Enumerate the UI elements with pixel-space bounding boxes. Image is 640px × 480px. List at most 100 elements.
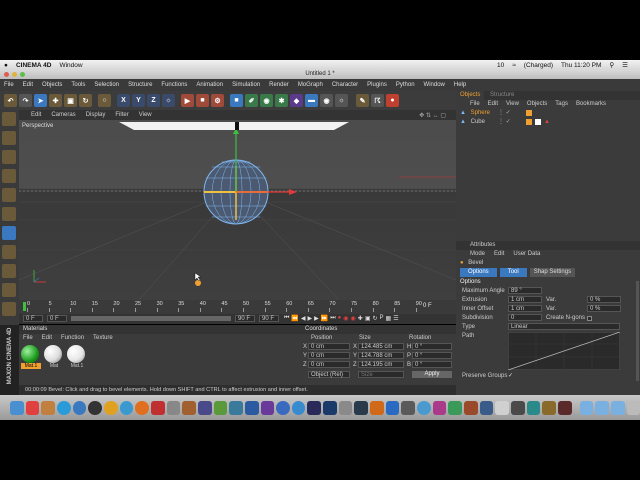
chrome-icon[interactable] <box>103 400 118 415</box>
viewport-menu-cameras[interactable]: Cameras <box>51 112 75 118</box>
folder-icon[interactable] <box>610 400 625 415</box>
object-row-cube[interactable]: ▲ Cube ⋮ ✓ ▲ <box>456 118 640 127</box>
safari-icon[interactable] <box>119 400 134 415</box>
position-key-button[interactable]: ✚ <box>358 315 363 322</box>
close-window-button[interactable] <box>4 72 9 77</box>
battery-status[interactable]: (Charged) <box>524 62 553 69</box>
apple-menu-icon[interactable]: ● <box>4 62 8 69</box>
menu-objects[interactable]: Objects <box>42 82 62 88</box>
timeline-ruler[interactable]: 0 5 10 15 20 25 30 35 40 45 50 55 60 65 70 75 80 85 90 0 F <box>19 300 456 314</box>
app-icon[interactable] <box>417 400 431 415</box>
select-icon[interactable]: ➤ <box>34 94 47 107</box>
objects-menu-tags[interactable]: Tags <box>555 100 568 109</box>
create-ngons-checkbox[interactable] <box>587 316 592 321</box>
app-icon[interactable] <box>229 400 243 415</box>
tool-icon[interactable] <box>166 400 181 415</box>
materials-menu-function[interactable]: Function <box>61 334 84 343</box>
minecraft-icon[interactable] <box>213 400 228 415</box>
spotlight-icon[interactable]: ⚲ <box>609 61 614 69</box>
folder-icon[interactable] <box>595 400 609 415</box>
light-icon[interactable]: ☼ <box>335 94 348 107</box>
viewport-menu-filter[interactable]: Filter <box>115 112 128 118</box>
next-key-button[interactable]: ⏩ <box>321 315 328 322</box>
phong-tag-icon[interactable] <box>526 119 532 125</box>
deformer-icon[interactable]: ◆ <box>290 94 303 107</box>
render-settings-icon[interactable]: ⚙ <box>211 94 224 107</box>
folder-icon[interactable] <box>579 400 594 415</box>
extrusion-var-field[interactable]: 0 % <box>587 296 621 303</box>
subdivision-field[interactable]: 0 <box>508 314 542 321</box>
coordinate-mode-select[interactable]: Object (Rel) <box>308 371 350 378</box>
keyframe-selection-button[interactable]: ◉ <box>351 315 356 322</box>
tab-shap-settings[interactable]: Shap Settings <box>529 268 576 277</box>
position-x-field[interactable]: 0 cm <box>308 343 350 350</box>
live-selection-icon[interactable]: ○ <box>98 94 111 107</box>
pla-key-button[interactable]: ▦ <box>386 315 392 322</box>
material-tag-icon[interactable] <box>535 119 541 125</box>
app-icon[interactable] <box>338 400 353 415</box>
menu-python[interactable]: Python <box>396 82 415 88</box>
itunes-icon[interactable] <box>72 400 87 415</box>
material-swatch[interactable]: Mat.1 <box>67 345 87 369</box>
subdivision-icon[interactable]: ◉ <box>260 94 273 107</box>
viewport-menu-view[interactable]: View <box>139 112 152 118</box>
materials-menu-edit[interactable]: Edit <box>42 334 52 343</box>
cube-icon[interactable]: ■ <box>230 94 243 107</box>
array-icon[interactable]: ✱ <box>275 94 288 107</box>
app-icon[interactable] <box>542 400 556 415</box>
go-to-end-button[interactable]: ⏭ <box>330 315 335 322</box>
material-swatch[interactable]: Mat <box>44 345 64 369</box>
rotate-icon[interactable]: ↻ <box>79 94 92 107</box>
lightroom-icon[interactable] <box>354 400 369 415</box>
app-icon[interactable] <box>448 400 463 415</box>
soft-selection-icon[interactable] <box>2 283 16 297</box>
app-icon[interactable] <box>432 400 447 415</box>
snap-icon[interactable]: ☈ <box>371 94 384 107</box>
move-icon[interactable]: ✚ <box>49 94 62 107</box>
size-x-field[interactable]: 124.485 cm <box>358 343 404 350</box>
object-row-sphere[interactable]: ▲ Sphere ⋮ ✓ <box>456 109 640 118</box>
menu-help[interactable]: Help <box>454 82 466 88</box>
objects-menu-objects[interactable]: Objects <box>527 100 547 109</box>
menu-window[interactable]: Window <box>424 82 445 88</box>
photoshop-icon[interactable] <box>323 400 337 415</box>
undo-icon[interactable]: ↶ <box>4 94 17 107</box>
inner-offset-field[interactable]: 1 cm <box>508 305 542 312</box>
app-icon[interactable] <box>276 400 290 415</box>
attributes-scrollbar[interactable] <box>636 281 639 381</box>
app-icon[interactable] <box>401 400 416 415</box>
objects-menu-bookmarks[interactable]: Bookmarks <box>576 100 606 109</box>
materials-menu-file[interactable]: File <box>23 334 33 343</box>
contacts-icon[interactable] <box>41 400 55 415</box>
phong-tag-icon[interactable] <box>526 110 532 116</box>
finder-icon[interactable] <box>10 400 24 415</box>
prev-frame-button[interactable]: ◀ <box>301 315 306 322</box>
apply-button[interactable]: Apply <box>412 371 452 378</box>
minimize-window-button[interactable] <box>12 72 17 77</box>
autokey-button[interactable]: ◉ <box>343 315 348 322</box>
menu-plugins[interactable]: Plugins <box>367 82 387 88</box>
prev-key-button[interactable]: ⏪ <box>291 315 298 322</box>
workplane-icon[interactable] <box>2 169 16 183</box>
list-icon[interactable]: ☰ <box>622 61 628 69</box>
y-axis-icon[interactable]: Y <box>132 94 145 107</box>
render-picture-viewer-icon[interactable]: ■ <box>196 94 209 107</box>
menu-character[interactable]: Character <box>332 82 358 88</box>
record-key-button[interactable]: ● <box>338 315 342 322</box>
menu-animation[interactable]: Animation <box>196 82 223 88</box>
guitar-icon[interactable] <box>182 400 196 415</box>
path-spline-graph[interactable] <box>508 332 620 370</box>
perspective-viewport[interactable]: Perspective <box>19 120 456 300</box>
end-frame-field[interactable]: 90 F <box>259 315 279 322</box>
polygons-mode-icon[interactable] <box>2 226 16 240</box>
menu-edit[interactable]: Edit <box>23 82 33 88</box>
wifi-icon[interactable]: ≈ <box>512 62 516 69</box>
warning-tag-icon[interactable]: ▲ <box>544 118 550 127</box>
timeline-menu-icon[interactable]: ☰ <box>393 315 398 322</box>
attributes-menu-mode[interactable]: Mode <box>470 250 485 259</box>
attributes-menu-edit[interactable]: Edit <box>494 250 504 259</box>
material-swatch[interactable]: Mat.1 <box>21 345 41 369</box>
tab-objects[interactable]: Objects <box>456 91 485 100</box>
calendar-icon[interactable] <box>25 400 40 415</box>
points-mode-icon[interactable] <box>2 188 16 202</box>
